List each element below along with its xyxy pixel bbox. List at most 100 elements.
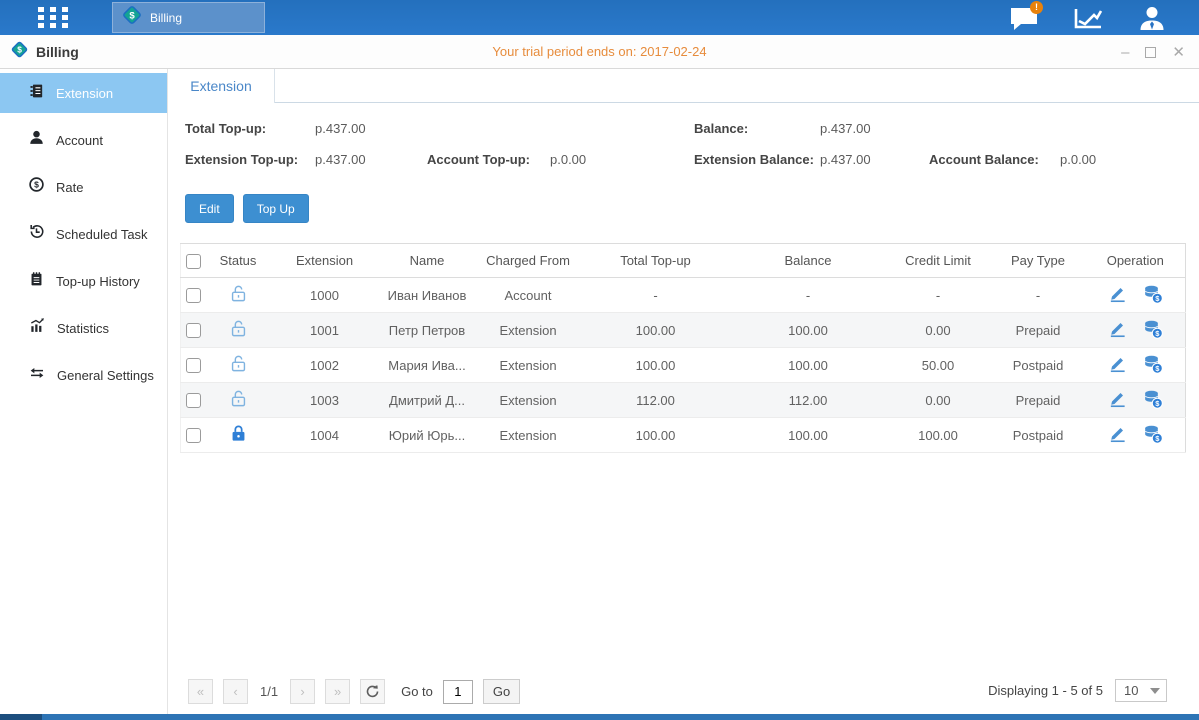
user-icon[interactable] [1135,5,1169,31]
topup-row-icon[interactable]: $ [1143,389,1163,412]
billing-window-icon: $ [10,40,29,64]
go-button[interactable]: Go [483,679,520,704]
edit-button[interactable]: Edit [185,194,234,223]
sidebar-item-label: Rate [56,180,83,195]
edit-row-icon[interactable] [1108,354,1127,376]
reports-icon[interactable] [1071,5,1105,31]
sliders-icon [28,365,46,386]
unlocked-icon [229,284,248,303]
unlocked-icon [229,319,248,338]
row-checkbox[interactable] [186,428,201,443]
extension-balance-value: p.437.00 [820,152,871,167]
dollar-circle-icon: $ [28,176,45,198]
cell-extension: 1000 [271,278,379,313]
minimize-button[interactable]: – [1121,45,1129,60]
col-balance: Balance [731,244,886,278]
cell-credit-limit: 0.00 [886,313,991,348]
row-checkbox[interactable] [186,393,201,408]
cell-total-topup: 100.00 [581,418,731,453]
edit-row-icon[interactable] [1108,284,1127,306]
edit-row-icon[interactable] [1108,319,1127,341]
cell-extension: 1004 [271,418,379,453]
sidebar-item-extension[interactable]: Extension [0,73,167,113]
sidebar-item-statistics[interactable]: Statistics [0,308,167,348]
sidebar-item-label: Statistics [57,321,109,336]
tab-extension[interactable]: Extension [168,69,275,103]
table-row: 1001Петр ПетровExtension100.00100.000.00… [181,313,1186,348]
unlocked-icon [229,389,248,408]
col-charged-from: Charged From [476,244,581,278]
app-tab-billing[interactable]: $ Billing [112,2,265,33]
displaying-text: Displaying 1 - 5 of 5 [988,683,1103,698]
sidebar-item-top-up-history[interactable]: Top-up History [0,261,167,301]
close-button[interactable]: ✕ [1172,45,1185,60]
cell-balance: 112.00 [731,383,886,418]
notepad-icon [28,270,45,293]
table-body: 1000Иван ИвановAccount----$1001Петр Петр… [181,278,1186,453]
cell-balance: 100.00 [731,348,886,383]
cell-credit-limit: 0.00 [886,383,991,418]
cell-name: Дмитрий Д... [379,383,476,418]
app-tab-label: Billing [150,11,182,25]
edit-row-icon[interactable] [1108,424,1127,446]
last-page-button[interactable]: » [325,679,350,704]
topup-button[interactable]: Top Up [243,194,309,223]
col-name: Name [379,244,476,278]
topup-row-icon[interactable]: $ [1143,354,1163,377]
page-size-select[interactable]: 10 [1115,679,1167,702]
row-checkbox[interactable] [186,323,201,338]
status-locked-icon [229,431,248,446]
cell-charged-from: Extension [476,383,581,418]
cell-credit-limit: 50.00 [886,348,991,383]
main-content: Extension Total Top-up: p.437.00 Balance… [168,69,1199,714]
table-row: 1004Юрий Юрь...Extension100.00100.00100.… [181,418,1186,453]
sidebar-item-general-settings[interactable]: General Settings [0,355,167,395]
extension-topup-label: Extension Top-up: [185,152,298,167]
sidebar-item-account[interactable]: Account [0,120,167,160]
topup-row-icon[interactable]: $ [1143,284,1163,307]
next-page-button[interactable]: › [290,679,315,704]
balance-value: p.437.00 [820,121,871,136]
topup-row-icon[interactable]: $ [1143,319,1163,342]
page-size-value: 10 [1124,683,1138,698]
status-unlocked-icon [229,361,248,376]
cell-pay-type: Postpaid [991,348,1086,383]
sidebar-item-label: General Settings [57,368,154,383]
apps-grid-icon[interactable] [38,7,68,28]
pagination-bar: « ‹ 1/1 › » Go to Go Displaying 1 - 5 of… [168,672,1199,714]
status-unlocked-icon [229,396,248,411]
sidebar-item-scheduled-task[interactable]: Scheduled Task [0,214,167,254]
cell-total-topup: - [581,278,731,313]
cell-total-topup: 112.00 [581,383,731,418]
sidebar-item-rate[interactable]: $ Rate [0,167,167,207]
cell-balance: 100.00 [731,418,886,453]
topup-row-icon[interactable]: $ [1143,424,1163,447]
cell-credit-limit: - [886,278,991,313]
first-page-button[interactable]: « [188,679,213,704]
col-credit-limit: Credit Limit [886,244,991,278]
row-checkbox[interactable] [186,358,201,373]
cell-pay-type: Postpaid [991,418,1086,453]
sidebar-item-label: Extension [56,86,113,101]
cell-charged-from: Extension [476,418,581,453]
col-total-topup: Total Top-up [581,244,731,278]
select-all-checkbox[interactable] [186,254,201,269]
row-checkbox[interactable] [186,288,201,303]
prev-page-button[interactable]: ‹ [223,679,248,704]
cell-name: Петр Петров [379,313,476,348]
table-row: 1003Дмитрий Д...Extension112.00112.000.0… [181,383,1186,418]
sidebar-item-label: Account [56,133,103,148]
refresh-button[interactable] [360,679,385,704]
edit-row-icon[interactable] [1108,389,1127,411]
table-header-row: Status Extension Name Charged From Total… [181,244,1186,278]
maximize-button[interactable] [1145,47,1156,58]
person-icon [28,129,45,151]
messages-icon[interactable]: ! [1007,5,1041,31]
account-balance-label: Account Balance: [929,152,1039,167]
total-topup-label: Total Top-up: [185,121,266,136]
col-pay-type: Pay Type [991,244,1086,278]
cell-extension: 1002 [271,348,379,383]
topbar: $ Billing ! [0,0,1199,35]
cell-credit-limit: 100.00 [886,418,991,453]
goto-page-input[interactable] [443,680,473,704]
